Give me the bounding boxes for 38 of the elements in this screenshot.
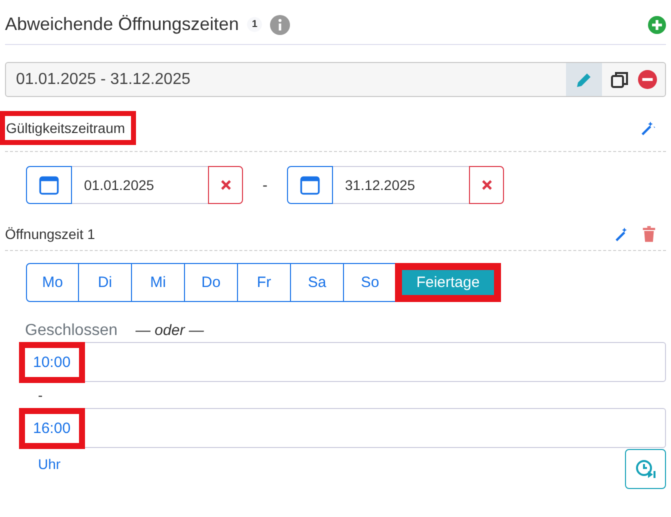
magic-wand-icon[interactable] [640, 120, 656, 136]
clock-button[interactable] [625, 449, 666, 489]
weekday-toggle[interactable]: Mi [132, 263, 185, 302]
period-value: 01.01.2025 - 31.12.2025 [16, 70, 190, 88]
validity-label: Gültigkeitszeitraum [0, 111, 136, 145]
close-icon [480, 179, 492, 191]
weekday-toggle[interactable]: Do [185, 263, 238, 302]
date-separator: - [262, 176, 268, 194]
clock-icon [634, 458, 656, 480]
weekday-toggle[interactable]: Sa [291, 263, 344, 302]
calendar-icon [38, 174, 60, 196]
copy-icon[interactable] [610, 70, 630, 90]
start-time: 10:00 [19, 342, 85, 382]
calendar-button[interactable] [287, 166, 333, 204]
info-icon[interactable] [270, 14, 290, 34]
weekday-toggle[interactable]: Fr [238, 263, 291, 302]
clear-button[interactable] [208, 166, 243, 204]
count-badge: 1 [246, 17, 262, 32]
weekday-toggle[interactable]: Mo [26, 263, 79, 302]
clear-button[interactable] [469, 166, 504, 204]
remove-icon[interactable] [638, 70, 657, 89]
weekday-toggle[interactable]: So [344, 263, 397, 302]
unit-label: Uhr [38, 456, 61, 472]
calendar-icon [299, 174, 321, 196]
or-label: — oder — [136, 322, 204, 339]
add-icon[interactable] [648, 16, 666, 34]
calendar-button[interactable] [26, 166, 72, 204]
edit-button[interactable] [566, 63, 602, 96]
trash-icon[interactable] [642, 226, 656, 242]
period-field[interactable]: 01.01.2025 - 31.12.2025 [5, 62, 666, 97]
section-title: Abweichende Öffnungszeiten [5, 14, 239, 35]
weekday-toggle[interactable]: Di [79, 263, 132, 302]
time-separator: - [38, 388, 44, 402]
end-time: 16:00 [19, 408, 85, 448]
weekday-toggle[interactable]: Feiertage [402, 270, 494, 295]
closed-label[interactable]: Geschlossen [25, 322, 118, 340]
opening-label: Öffnungszeit 1 [5, 226, 96, 242]
close-icon [220, 179, 232, 191]
